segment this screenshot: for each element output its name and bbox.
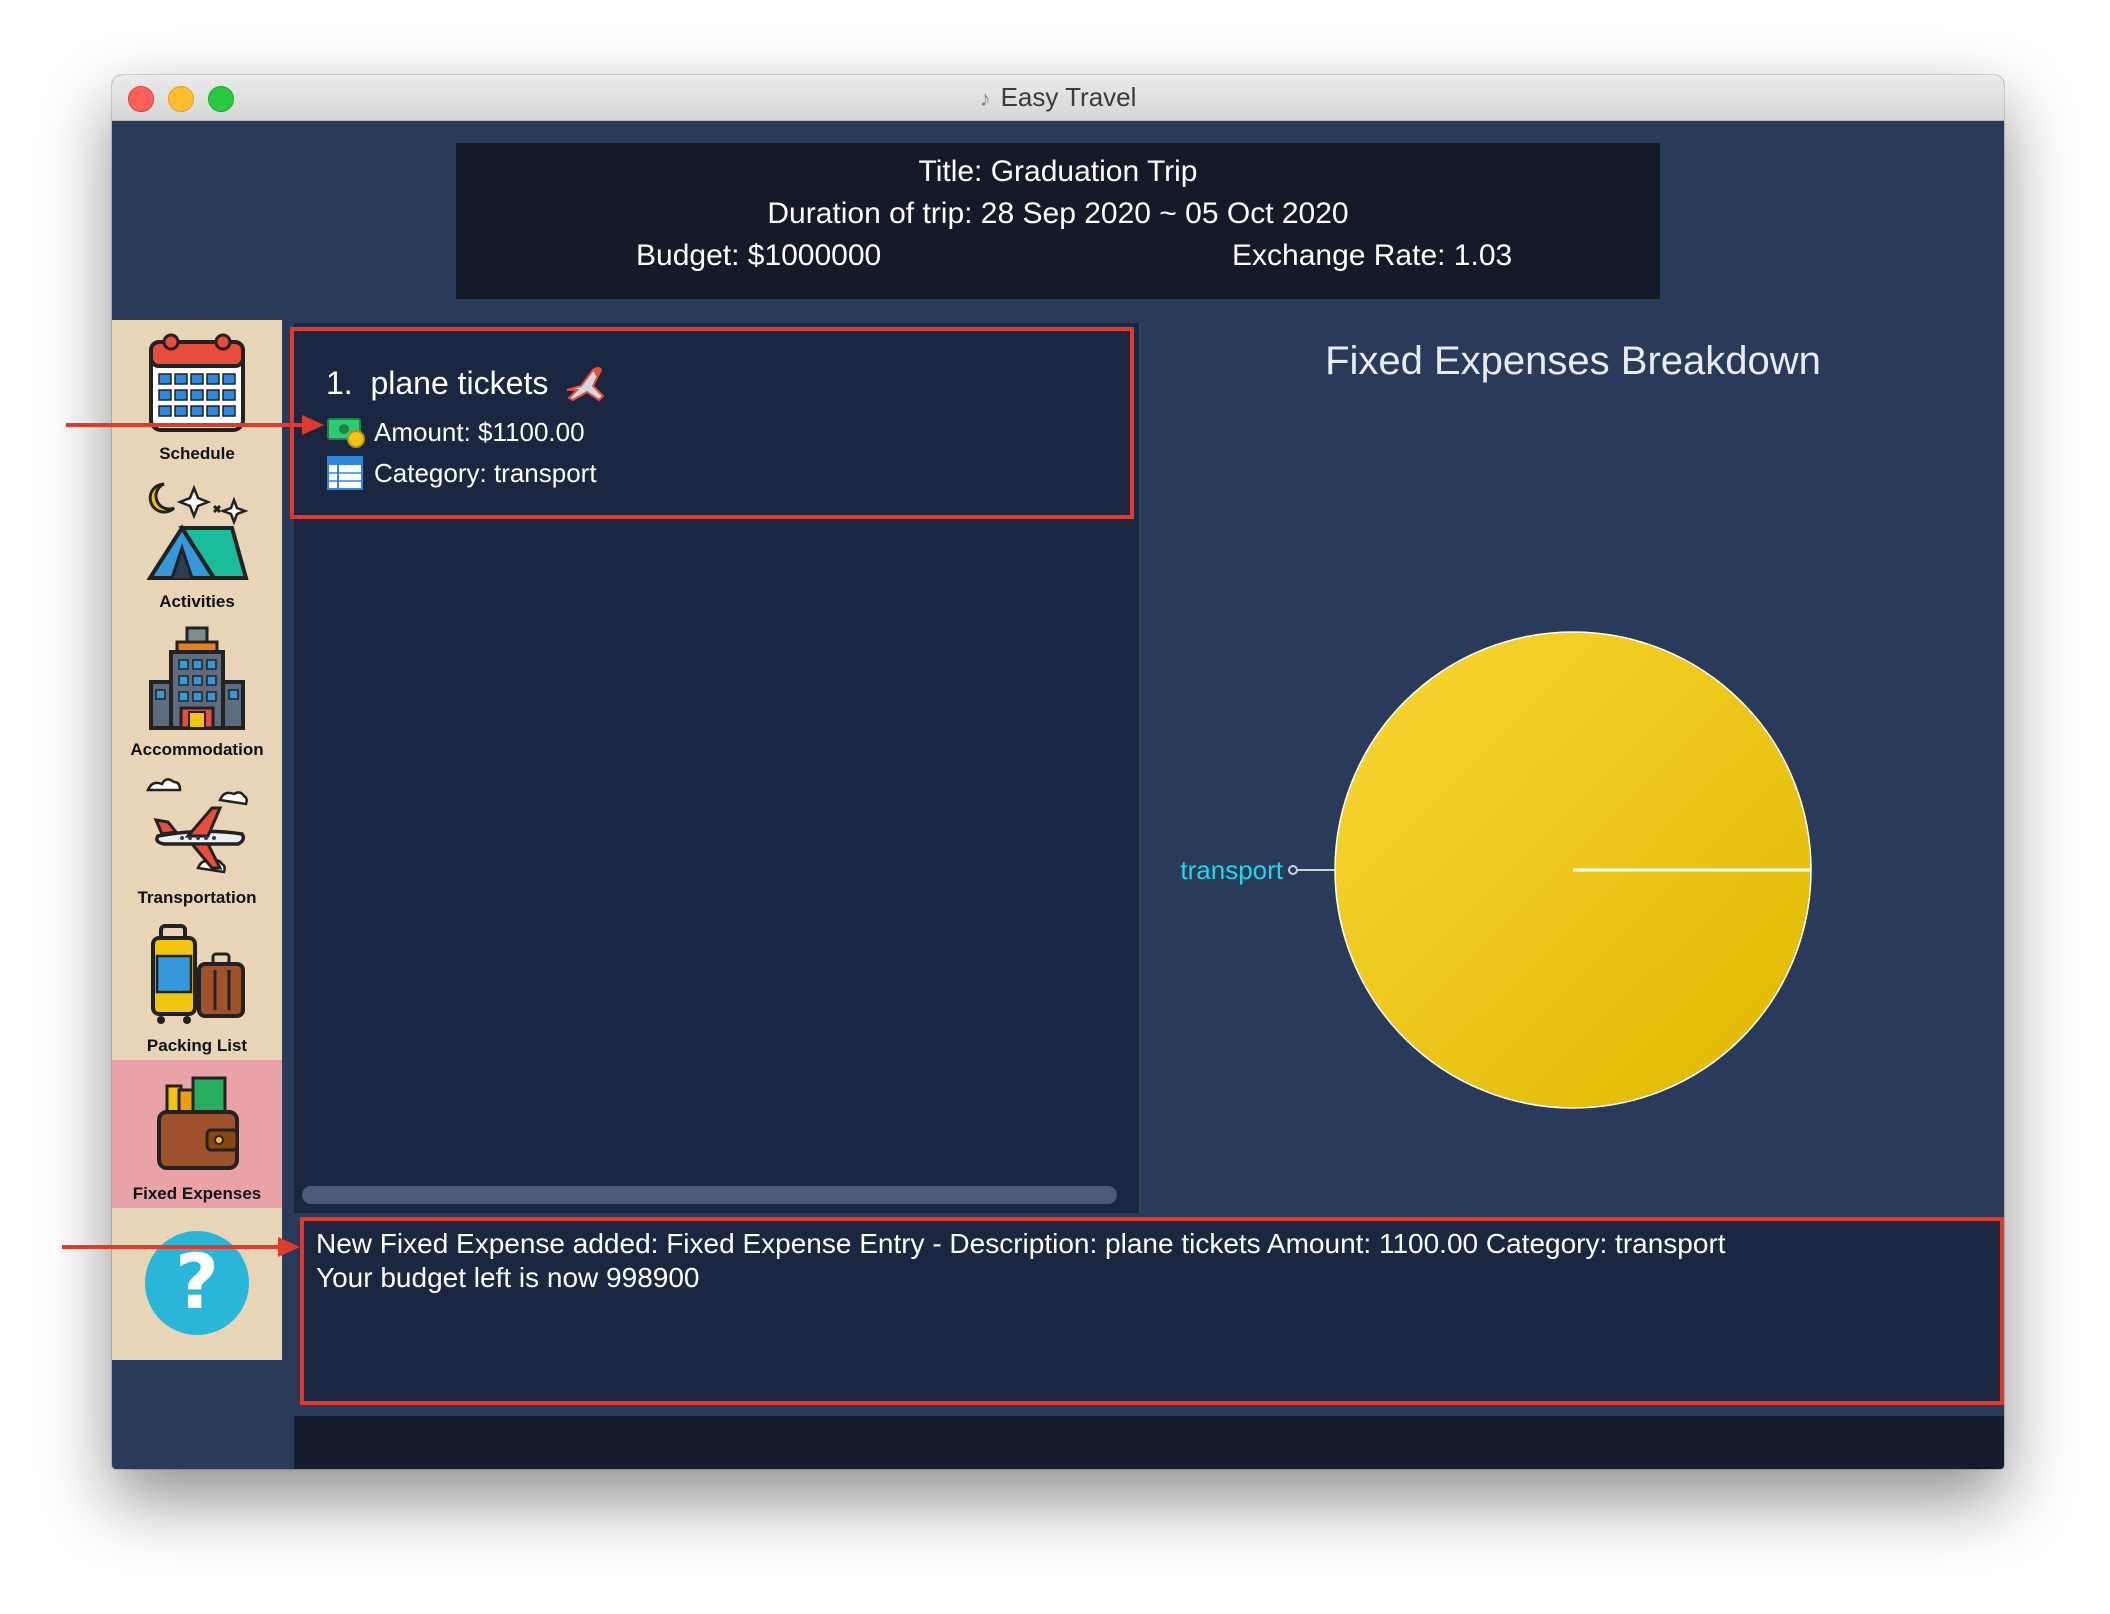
sidebar-item-packing-list[interactable]: Packing List <box>112 912 282 1060</box>
app-window: ♪ Easy Travel Title: Graduation Trip Dura… <box>112 75 2004 1469</box>
hotel-icon <box>149 626 245 730</box>
expense-description: plane tickets <box>370 365 549 401</box>
pie-chart-svg: transport <box>1180 631 1812 1109</box>
window-title: ♪ Easy Travel <box>112 75 2004 120</box>
sidebar-item-fixed-expenses[interactable]: Fixed Expenses <box>112 1060 282 1208</box>
title-bar: ♪ Easy Travel <box>112 75 2004 121</box>
exchange-rate: Exchange Rate: 1.03 <box>1232 239 1513 272</box>
pie-label-transport: transport <box>1180 855 1283 885</box>
window-title-text: Easy Travel <box>1000 82 1137 112</box>
money-icon <box>327 418 365 448</box>
sidebar-item-label: Transportation <box>137 888 257 907</box>
command-input[interactable] <box>294 1415 2004 1469</box>
expense-index: 1. <box>326 365 353 401</box>
app-icon: ♪ <box>979 86 991 111</box>
sidebar-item-label: Fixed Expenses <box>132 1184 262 1203</box>
expense-card[interactable]: 1. plane tickets Amount: $1100.00 Catego… <box>290 327 1134 519</box>
trip-title: Title: Graduation Trip <box>918 155 1198 188</box>
expense-title: 1. plane tickets <box>326 365 607 406</box>
result-line-1: New Fixed Expense added: Fixed Expense E… <box>316 1228 1726 1259</box>
fixed-expenses-chart: Fixed Expenses Breakdown transport <box>1142 323 2004 1213</box>
annotation-arrow-icon <box>66 415 324 435</box>
category-table-icon <box>327 456 363 490</box>
sidebar-nav: Schedule Activities Accommodation Transp… <box>112 320 282 1360</box>
sidebar-item-label: Packing List <box>146 1036 248 1055</box>
expense-category: Category: transport <box>374 457 597 488</box>
airplane-emoji-icon <box>566 366 605 401</box>
expense-amount: Amount: $1100.00 <box>374 416 585 447</box>
trip-header: Title: Graduation Trip Duration of trip:… <box>456 143 1660 299</box>
list-horizontal-scrollbar[interactable] <box>302 1186 1117 1204</box>
trip-budget: Budget: $1000000 <box>636 239 882 272</box>
camping-tent-icon <box>146 482 249 580</box>
wallet-icon <box>157 1076 239 1170</box>
sidebar-item-label: Accommodation <box>130 740 264 759</box>
sidebar-item-accommodation[interactable]: Accommodation <box>112 616 282 764</box>
luggage-icon <box>151 924 245 1024</box>
result-display: New Fixed Expense added: Fixed Expense E… <box>300 1217 2004 1405</box>
expense-amount-row: Amount: $1100.00 <box>326 415 585 449</box>
sidebar-item-label: Schedule <box>159 444 235 463</box>
sidebar-item-schedule[interactable]: Schedule <box>112 320 282 468</box>
sidebar-item-label: Activities <box>159 592 235 611</box>
result-line-2: Your budget left is now 998900 <box>316 1262 700 1293</box>
pie-label-dot <box>1288 865 1298 875</box>
annotation-arrow-icon <box>62 1237 300 1257</box>
airplane-icon <box>146 778 248 874</box>
sidebar-item-help[interactable]: ? <box>112 1208 282 1360</box>
sidebar-item-activities[interactable]: Activities <box>112 468 282 616</box>
expense-category-row: Category: transport <box>326 455 597 491</box>
trip-duration: Duration of trip: 28 Sep 2020 ~ 05 Oct 2… <box>767 197 1349 230</box>
sidebar-item-transportation[interactable]: Transportation <box>112 764 282 912</box>
